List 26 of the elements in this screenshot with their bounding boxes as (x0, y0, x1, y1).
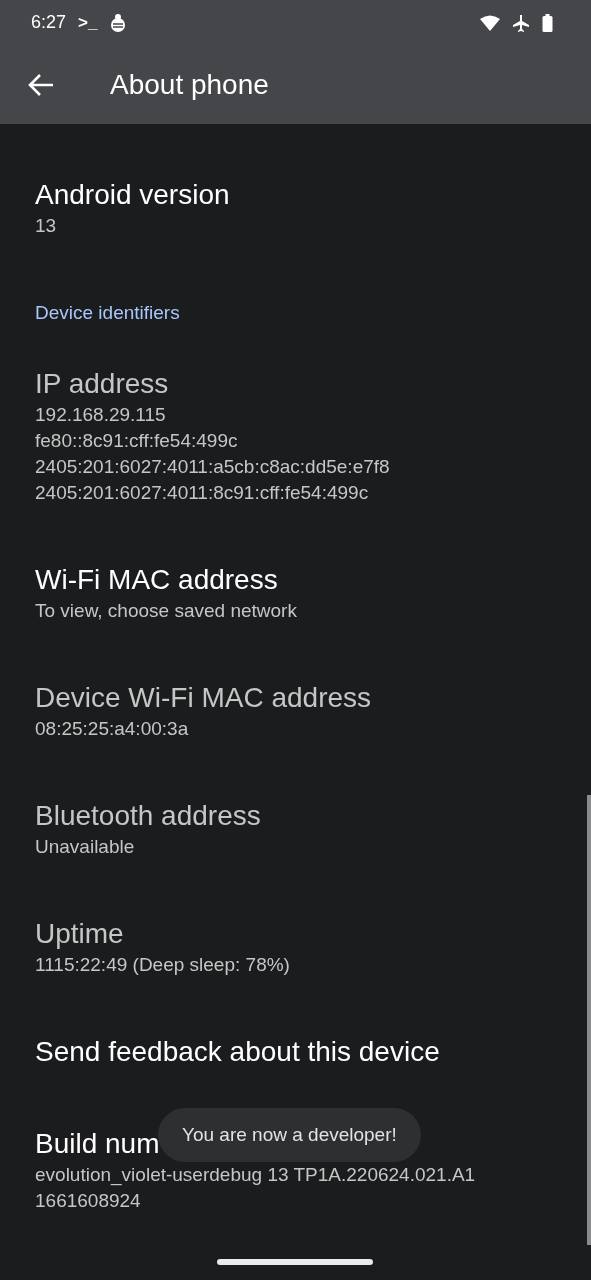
setting-value: 1115:22:49 (Deep sleep: 78%) (35, 953, 290, 977)
back-arrow-icon[interactable] (28, 72, 54, 97)
setting-value: To view, choose saved network (35, 599, 297, 623)
airplane-icon (512, 13, 530, 32)
setting-value: 1661608924 (35, 1189, 141, 1213)
page-title: About phone (110, 68, 269, 101)
terminal-glyph: >_ (78, 12, 98, 33)
setting-title[interactable]: Android version (35, 177, 230, 213)
setting-value: 2405:201:6027:4011:a5cb:c8ac:dd5e:e7f8 (35, 455, 390, 479)
setting-value: fe80::8c91:cff:fe54:499c (35, 429, 238, 453)
section-header: Device identifiers (34, 301, 181, 325)
bug-icon (109, 12, 128, 33)
battery-icon (542, 13, 553, 32)
wifi-icon (480, 14, 500, 31)
status-time: 6:27 (31, 12, 67, 33)
setting-title[interactable]: Build num (35, 1126, 160, 1162)
setting-title[interactable]: Wi-Fi MAC address (35, 562, 278, 598)
navigation-handle[interactable] (217, 1259, 373, 1265)
setting-value: 13 (35, 214, 57, 238)
setting-value: Unavailable (35, 835, 135, 859)
setting-value: 192.168.29.115 (35, 403, 166, 427)
setting-value: evolution_violet-userdebug 13 TP1A.220624.021.A1 (35, 1163, 476, 1188)
setting-title[interactable]: Send feedback about this device (35, 1034, 440, 1070)
setting-value: 08:25:25:a4:00:3a (35, 717, 189, 741)
developer-toast: You are now a developer! (158, 1108, 421, 1162)
setting-value: 2405:201:6027:4011:8c91:cff:fe54:499c (35, 481, 369, 505)
